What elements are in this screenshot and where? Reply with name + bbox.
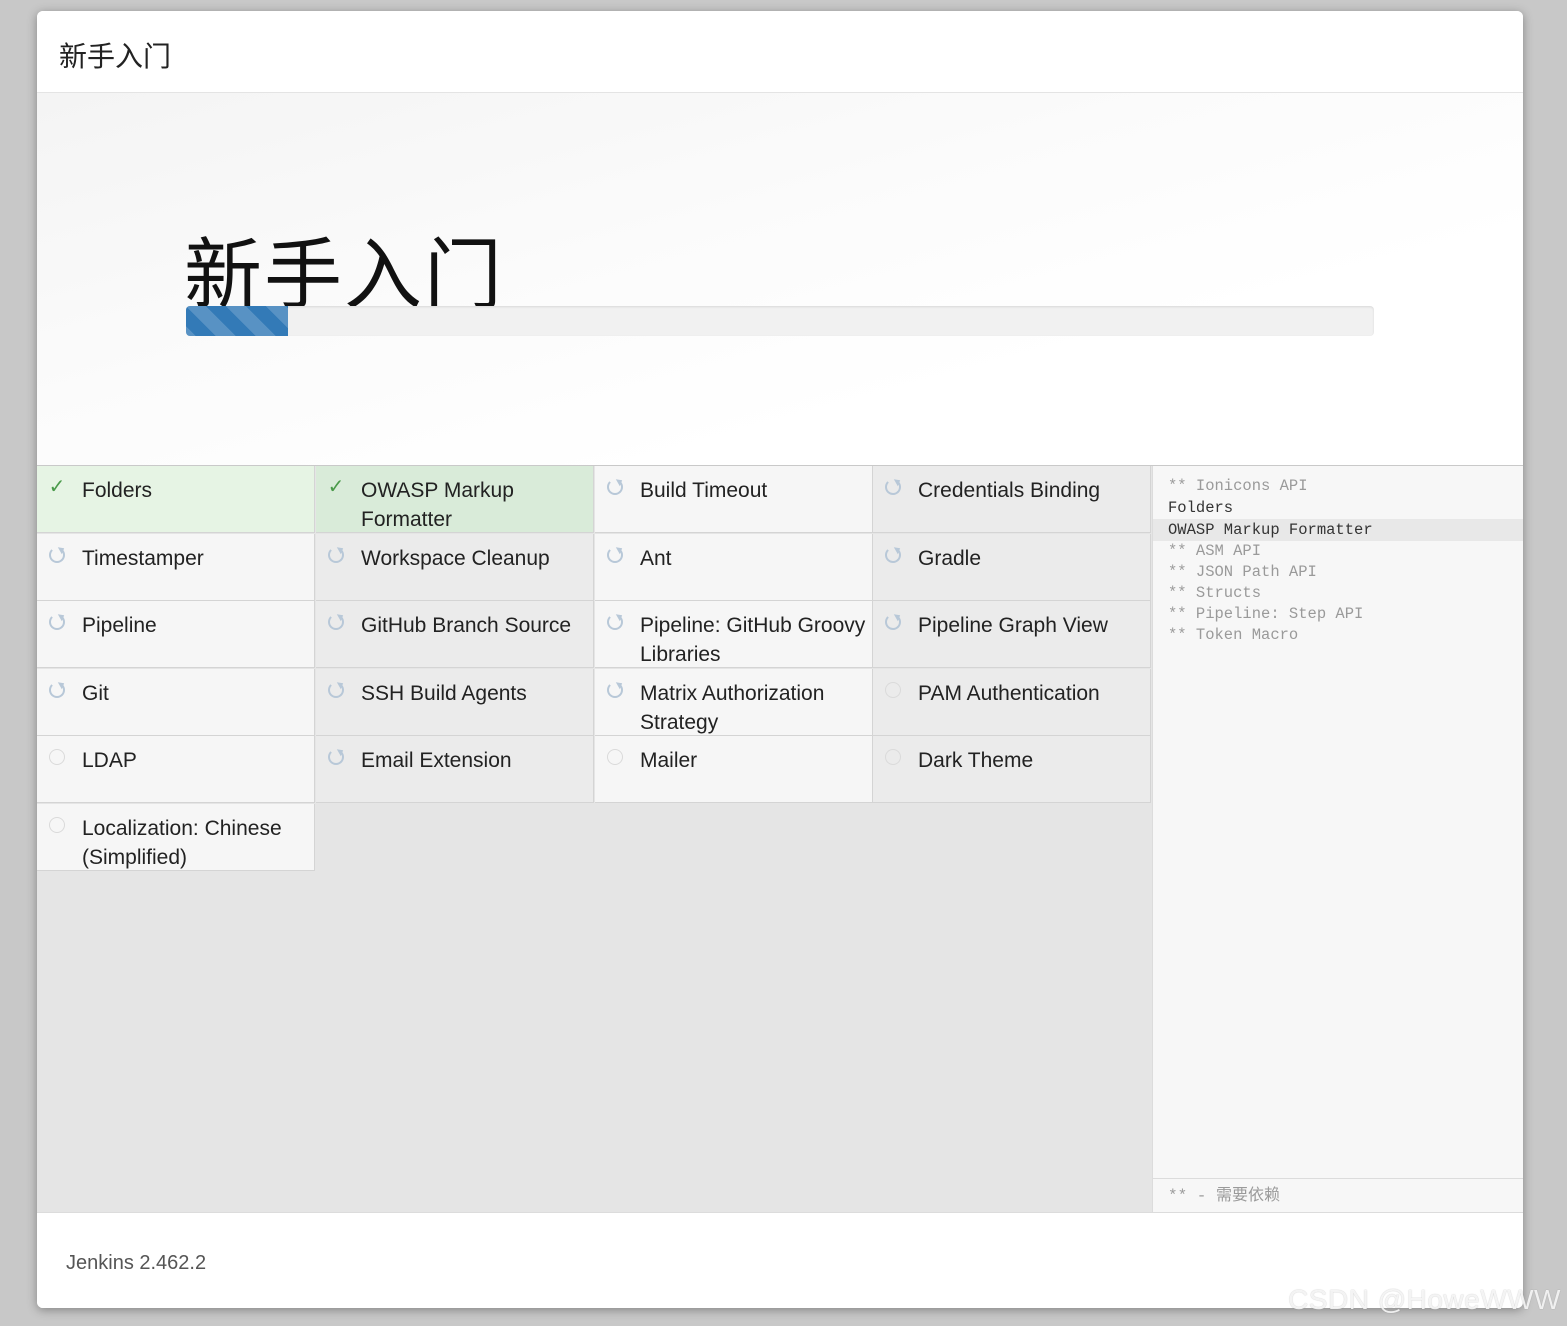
install-progress [186, 306, 1374, 336]
plugin-item: Build Timeout [595, 466, 873, 533]
plugin-item: Timestamper [37, 534, 315, 601]
refresh-spinner-icon [326, 747, 346, 767]
empty-circle-icon [883, 680, 903, 700]
refresh-spinner-icon [326, 545, 346, 565]
plugin-name: Pipeline [82, 614, 157, 637]
plugin-item: SSH Build Agents [316, 669, 594, 736]
log-legend: ** - 需要依赖 [1153, 1178, 1523, 1212]
install-log: ** Ionicons API Folders OWASP Markup Forma… [1153, 476, 1523, 646]
refresh-spinner-icon [326, 680, 346, 700]
refresh-spinner-icon [605, 545, 625, 565]
install-log-panel[interactable]: ** Ionicons API Folders OWASP Markup Forma… [1152, 466, 1523, 1212]
refresh-spinner-icon [605, 612, 625, 632]
plugin-item: Gradle [873, 534, 1151, 601]
plugin-item: Ant [595, 534, 873, 601]
dialog-header: 新手入门 [37, 11, 1523, 93]
plugin-item: Credentials Binding [873, 466, 1151, 533]
plugin-name: Email Extension [361, 749, 512, 772]
plugin-name: SSH Build Agents [361, 682, 527, 705]
check-icon: ✓ [327, 476, 345, 498]
plugin-name: Pipeline: GitHub Groovy Libraries [640, 614, 866, 666]
empty-circle-icon [605, 747, 625, 767]
plugin-name: Localization: Chinese (Simplified) [82, 817, 282, 869]
log-line: ** Ionicons API [1168, 477, 1308, 495]
log-line: Folders [1168, 499, 1234, 517]
refresh-spinner-icon [883, 612, 903, 632]
plugin-item: PAM Authentication [873, 669, 1151, 736]
refresh-spinner-icon [47, 680, 67, 700]
plugin-name: Folders [82, 479, 153, 502]
plugin-name: OWASP Markup Formatter [361, 479, 514, 531]
plugin-name: Dark Theme [918, 749, 1034, 772]
plugin-item: Dark Theme [873, 736, 1151, 803]
plugin-item: ✓ OWASP Markup Formatter [316, 466, 594, 533]
plugin-item: Pipeline Graph View [873, 601, 1151, 668]
plugin-name: Build Timeout [640, 479, 768, 502]
plugin-item: Git [37, 669, 315, 736]
progress-banner: 新手入门 [37, 93, 1523, 466]
log-line: OWASP Markup Formatter [1153, 519, 1523, 541]
log-line: ** ASM API [1168, 542, 1262, 560]
plugin-name: Pipeline Graph View [918, 614, 1108, 637]
plugin-name: Matrix Authorization Strategy [640, 682, 825, 734]
jenkins-version: Jenkins 2.462.2 [66, 1252, 207, 1274]
refresh-spinner-icon [47, 545, 67, 565]
plugin-name: Mailer [640, 749, 698, 772]
plugin-item: Pipeline: GitHub Groovy Libraries [595, 601, 873, 668]
refresh-spinner-icon [883, 477, 903, 497]
log-line: ** Structs [1168, 584, 1262, 602]
plugin-item: Pipeline [37, 601, 315, 668]
refresh-spinner-icon [326, 612, 346, 632]
check-icon: ✓ [48, 476, 66, 498]
plugin-item: Mailer [595, 736, 873, 803]
plugin-item: Workspace Cleanup [316, 534, 594, 601]
plugin-item: Email Extension [316, 736, 594, 803]
plugin-name: Credentials Binding [918, 479, 1101, 502]
plugin-name: Gradle [918, 547, 982, 570]
plugin-item: Localization: Chinese (Simplified) [37, 804, 315, 871]
refresh-spinner-icon [47, 612, 67, 632]
plugin-name: Ant [640, 547, 672, 570]
log-line: ** JSON Path API [1168, 563, 1317, 581]
refresh-spinner-icon [605, 680, 625, 700]
plugin-name: LDAP [82, 749, 137, 772]
plugin-name: Workspace Cleanup [361, 547, 550, 570]
plugin-list-area: ✓ Folders ✓ OWASP Markup Formatter Build Tim… [37, 466, 1152, 1212]
refresh-spinner-icon [605, 477, 625, 497]
empty-circle-icon [47, 747, 67, 767]
watermark: CSDN @HoweWWW [1288, 1284, 1561, 1315]
empty-circle-icon [47, 815, 67, 835]
plugin-item: ✓ Folders [37, 466, 315, 533]
plugin-item: Matrix Authorization Strategy [595, 669, 873, 736]
plugin-name: PAM Authentication [918, 682, 1100, 705]
setup-wizard-dialog: 新手入门 新手入门 ✓ Folders ✓ OWASP Markup Formatte… [37, 11, 1523, 1308]
log-line: ** Token Macro [1168, 626, 1299, 644]
plugin-item: LDAP [37, 736, 315, 803]
plugin-name: Timestamper [82, 547, 204, 570]
dialog-title: 新手入门 [59, 41, 172, 72]
plugin-item: GitHub Branch Source [316, 601, 594, 668]
plugin-name: GitHub Branch Source [361, 614, 572, 637]
plugin-name: Git [82, 682, 109, 705]
refresh-spinner-icon [883, 545, 903, 565]
log-line: ** Pipeline: Step API [1168, 605, 1364, 623]
install-progress-bar [186, 306, 289, 336]
empty-circle-icon [883, 747, 903, 767]
